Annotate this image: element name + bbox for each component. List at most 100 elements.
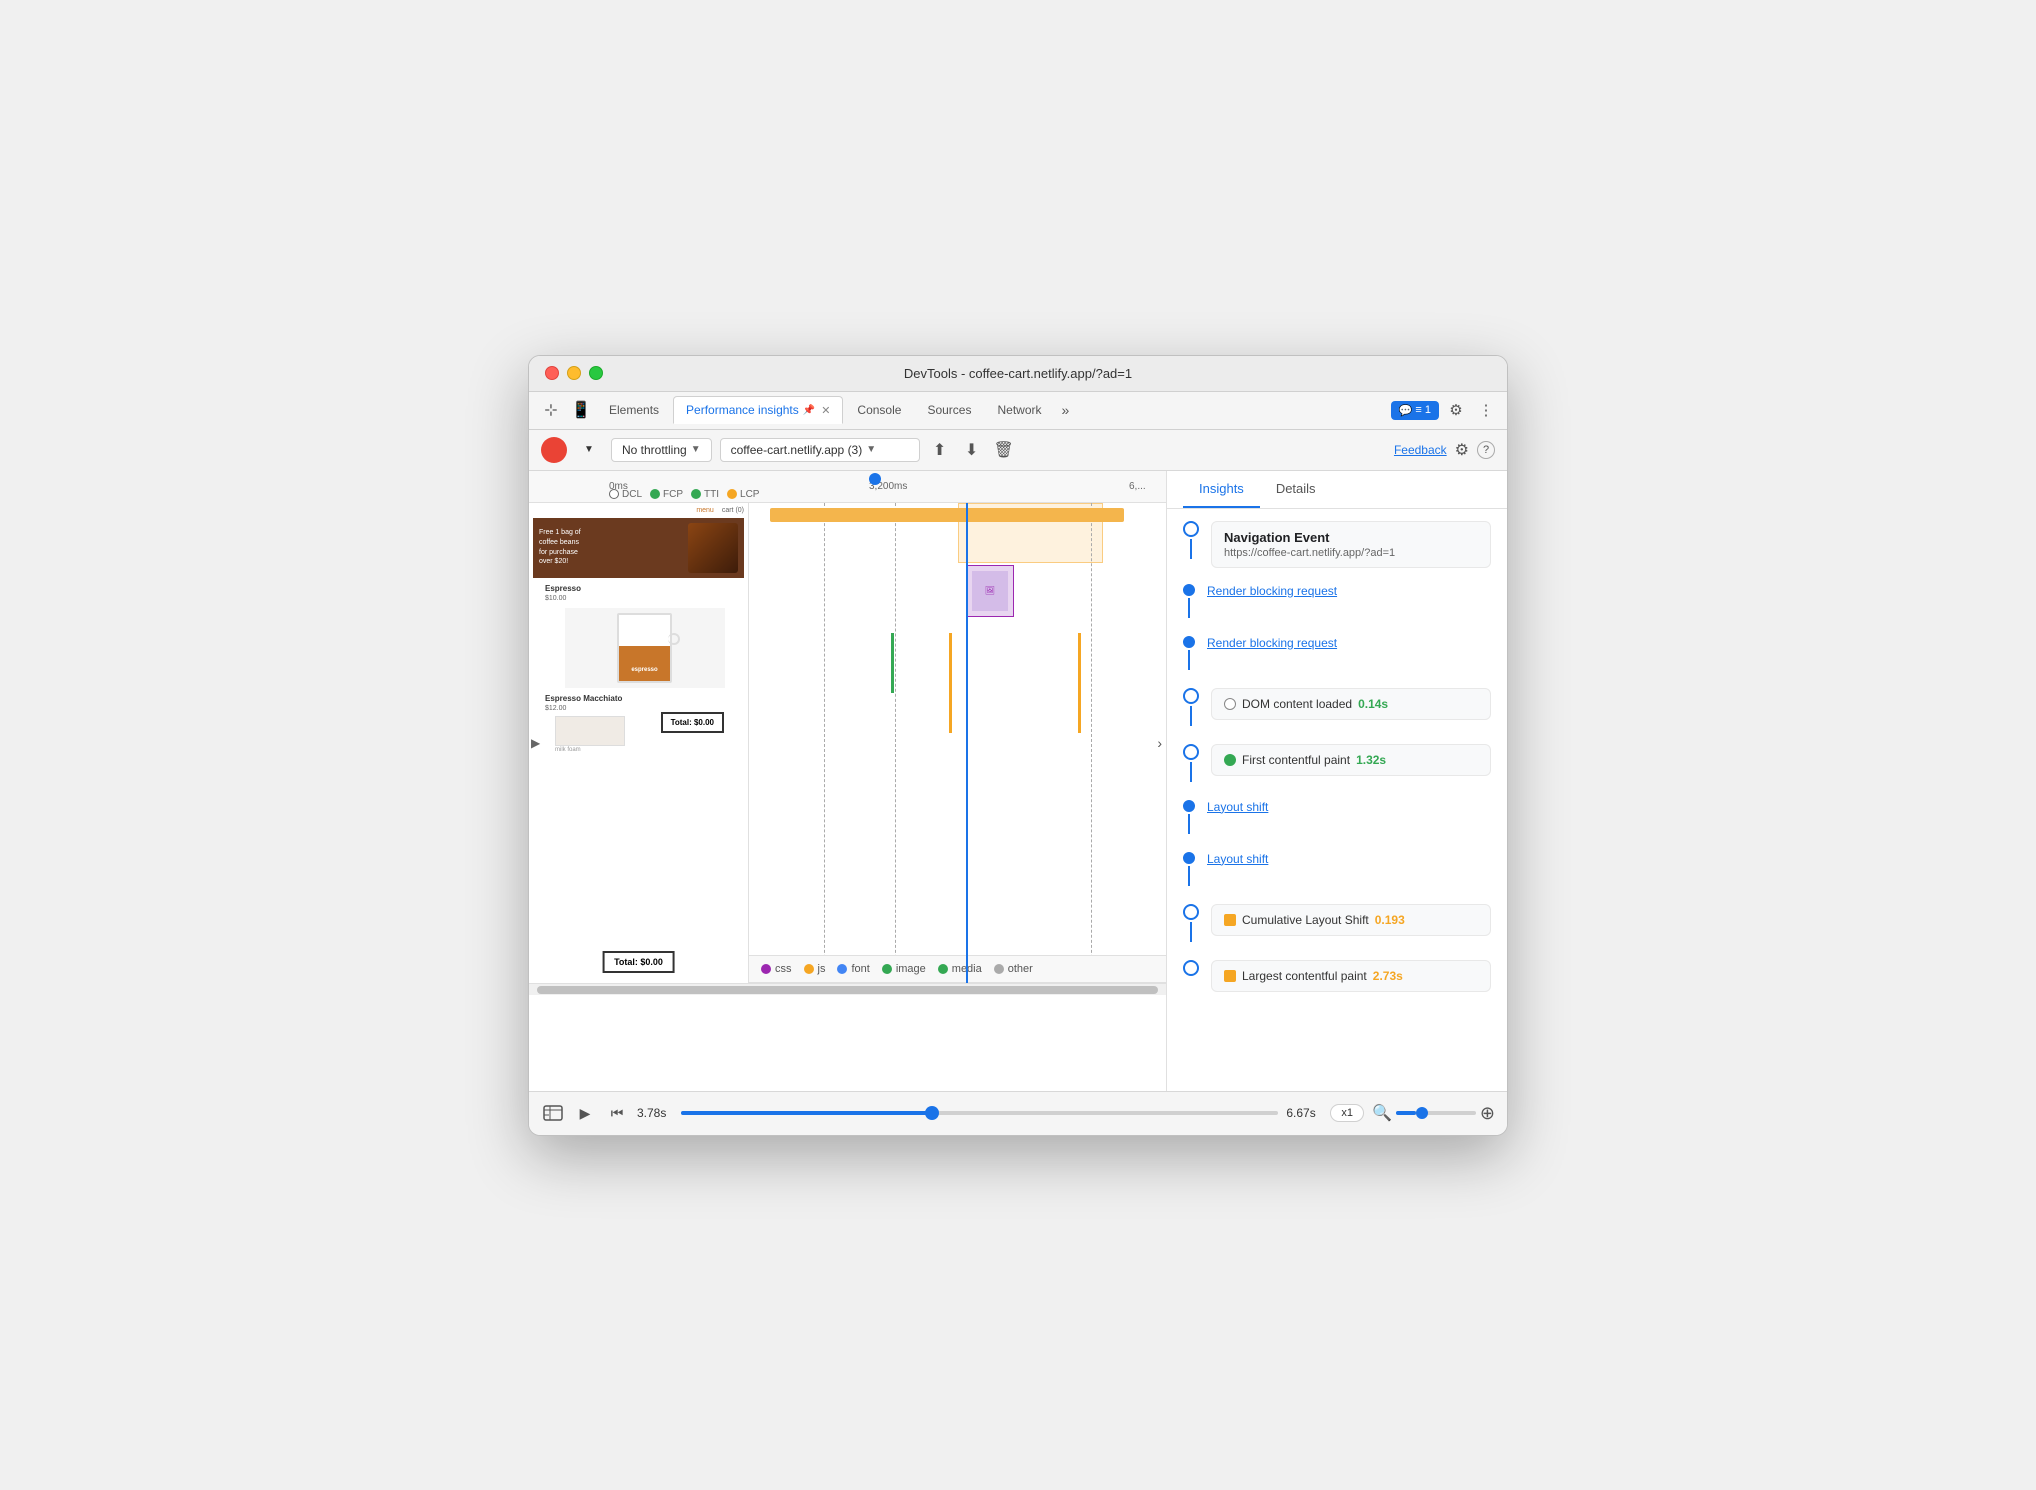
layout-shift-link-1[interactable]: Layout shift <box>1207 800 1268 814</box>
time-marker[interactable] <box>869 473 881 485</box>
ls1-circle <box>1183 800 1195 812</box>
timeline-tracks[interactable]: 🖼 <box>749 503 1166 983</box>
fcp-circle <box>650 489 660 499</box>
settings-icon[interactable]: ⚙ <box>1443 397 1469 423</box>
espresso-product: Espresso $10.00 espresso <box>533 584 744 753</box>
time-end: 6.67s <box>1286 1106 1322 1120</box>
zoom-in-icon[interactable]: ⊕ <box>1480 1103 1495 1124</box>
play-button[interactable]: ▶ <box>573 1101 597 1125</box>
scroll-thumb[interactable] <box>537 986 1158 994</box>
fcp-metric-dot <box>1224 754 1236 766</box>
page-preview-area: ▶ menu cart (0) Free 1 bag ofcoffee bean… <box>529 503 1166 983</box>
record-button[interactable] <box>541 437 567 463</box>
expand-right-button[interactable]: › <box>1153 731 1166 755</box>
zoom-out-icon[interactable]: 🔍 <box>1372 1103 1392 1123</box>
dashed-line-1 <box>824 503 825 983</box>
tab-bar: ⊹ 📱 Elements Performance insights 📌 ✕ Co… <box>529 392 1507 430</box>
rb2-circle <box>1183 636 1195 648</box>
devtools-window: DevTools - coffee-cart.netlify.app/?ad=1… <box>528 355 1508 1136</box>
jump-start-button[interactable]: ⏮ <box>605 1101 629 1125</box>
legend-font: font <box>837 963 869 975</box>
url-dropdown[interactable]: coffee-cart.netlify.app (3) ▼ <box>720 438 920 462</box>
render-block-link-1[interactable]: Render blocking request <box>1207 584 1337 598</box>
cls-circle <box>1183 904 1199 920</box>
more-options-icon[interactable]: ⋮ <box>1473 397 1499 423</box>
lcp-label: Largest contentful paint <box>1242 969 1367 983</box>
dashed-line-2 <box>895 503 896 983</box>
hero-image <box>688 523 738 573</box>
tab-network[interactable]: Network <box>985 397 1053 423</box>
download-icon[interactable]: ⬇ <box>960 438 984 462</box>
zoom-slider[interactable] <box>1396 1111 1476 1115</box>
coffee-cart: cart (0) <box>722 507 744 514</box>
tab-close-icon[interactable]: ✕ <box>821 404 830 417</box>
insight-render-block-2: Render blocking request <box>1183 636 1491 672</box>
connector-6 <box>1183 800 1195 836</box>
insights-content[interactable]: Navigation Event https://coffee-cart.net… <box>1167 509 1507 1091</box>
feedback-badge-button[interactable]: 💬 ≡ 1 <box>1391 401 1439 420</box>
network-bar-img <box>891 633 894 693</box>
tab-console[interactable]: Console <box>845 397 913 423</box>
cursor-line <box>966 503 968 983</box>
lcp-card: Largest contentful paint 2.73s <box>1211 960 1491 992</box>
cursor-icon[interactable]: ⊹ <box>537 396 565 424</box>
rb1-circle <box>1183 584 1195 596</box>
seek-thumb[interactable] <box>925 1106 939 1120</box>
lcp-value: 2.73s <box>1373 969 1403 983</box>
more-tabs-button[interactable]: » <box>1056 398 1076 422</box>
tab-sources[interactable]: Sources <box>915 397 983 423</box>
settings-icon-toolbar[interactable]: ⚙ <box>1455 440 1469 460</box>
tab-details[interactable]: Details <box>1260 471 1332 508</box>
fcp-value: 1.32s <box>1356 753 1386 767</box>
dcl-metric-row: DOM content loaded 0.14s <box>1224 697 1478 711</box>
throttle-dropdown[interactable]: No throttling ▼ <box>611 438 712 462</box>
cls-label: Cumulative Layout Shift <box>1242 913 1369 927</box>
legend-media: media <box>938 963 982 975</box>
thumbnail-inner: 🖼 <box>972 571 1008 611</box>
tab-performance-insights[interactable]: Performance insights 📌 ✕ <box>673 396 843 424</box>
thumbnail-box: 🖼 <box>966 565 1014 617</box>
zoom-thumb[interactable] <box>1416 1107 1428 1119</box>
close-button[interactable] <box>545 366 559 380</box>
ls2-card: Layout shift <box>1207 852 1491 866</box>
expand-left-arrow[interactable]: ▶ <box>531 736 540 750</box>
throttle-dropdown-arrow: ▼ <box>691 444 701 455</box>
connector-4 <box>1183 688 1199 728</box>
dcl-metric: DCL <box>609 489 642 500</box>
horizontal-scrollbar[interactable] <box>529 983 1166 995</box>
upload-icon[interactable]: ⬆ <box>928 438 952 462</box>
product-name-espresso: Espresso <box>545 584 744 593</box>
connector-line-4 <box>1190 706 1192 726</box>
ls1-card: Layout shift <box>1207 800 1491 814</box>
speed-button[interactable]: x1 <box>1330 1104 1364 1122</box>
legend-css: css <box>761 963 792 975</box>
connector-line-3 <box>1188 650 1190 670</box>
zoom-fill <box>1396 1111 1416 1115</box>
seek-bar[interactable] <box>681 1111 1278 1115</box>
rb2-card: Render blocking request <box>1207 636 1491 650</box>
delete-icon[interactable]: 🗑 <box>992 438 1016 462</box>
lcp-circle-insight <box>1183 960 1199 976</box>
main-request-bar-fill <box>770 508 1124 522</box>
tab-elements[interactable]: Elements <box>597 397 671 423</box>
dropdown-arrow-small[interactable]: ▼ <box>575 436 603 464</box>
website-preview: ▶ menu cart (0) Free 1 bag ofcoffee bean… <box>529 503 749 983</box>
product-name-macchiato: Espresso Macchiato <box>545 694 744 703</box>
insight-layout-shift-2: Layout shift <box>1183 852 1491 888</box>
coffee-promo: Free 1 bag ofcoffee beansfor purchaseove… <box>539 528 581 567</box>
screenshot-toggle-icon[interactable] <box>541 1101 565 1125</box>
help-icon[interactable]: ? <box>1477 441 1495 459</box>
render-block-link-2[interactable]: Render blocking request <box>1207 636 1337 650</box>
maximize-button[interactable] <box>589 366 603 380</box>
network-bar-js-2 <box>1078 633 1081 733</box>
insight-render-block-1: Render blocking request <box>1183 584 1491 620</box>
time-current: 3.78s <box>637 1106 673 1120</box>
fcp-metric-row: First contentful paint 1.32s <box>1224 753 1478 767</box>
layout-shift-link-2[interactable]: Layout shift <box>1207 852 1268 866</box>
seek-fill <box>681 1111 932 1115</box>
minimize-button[interactable] <box>567 366 581 380</box>
feedback-button[interactable]: Feedback <box>1394 443 1447 457</box>
tab-insights[interactable]: Insights <box>1183 471 1260 508</box>
cup-handle <box>668 633 680 645</box>
device-icon[interactable]: 📱 <box>567 396 595 424</box>
